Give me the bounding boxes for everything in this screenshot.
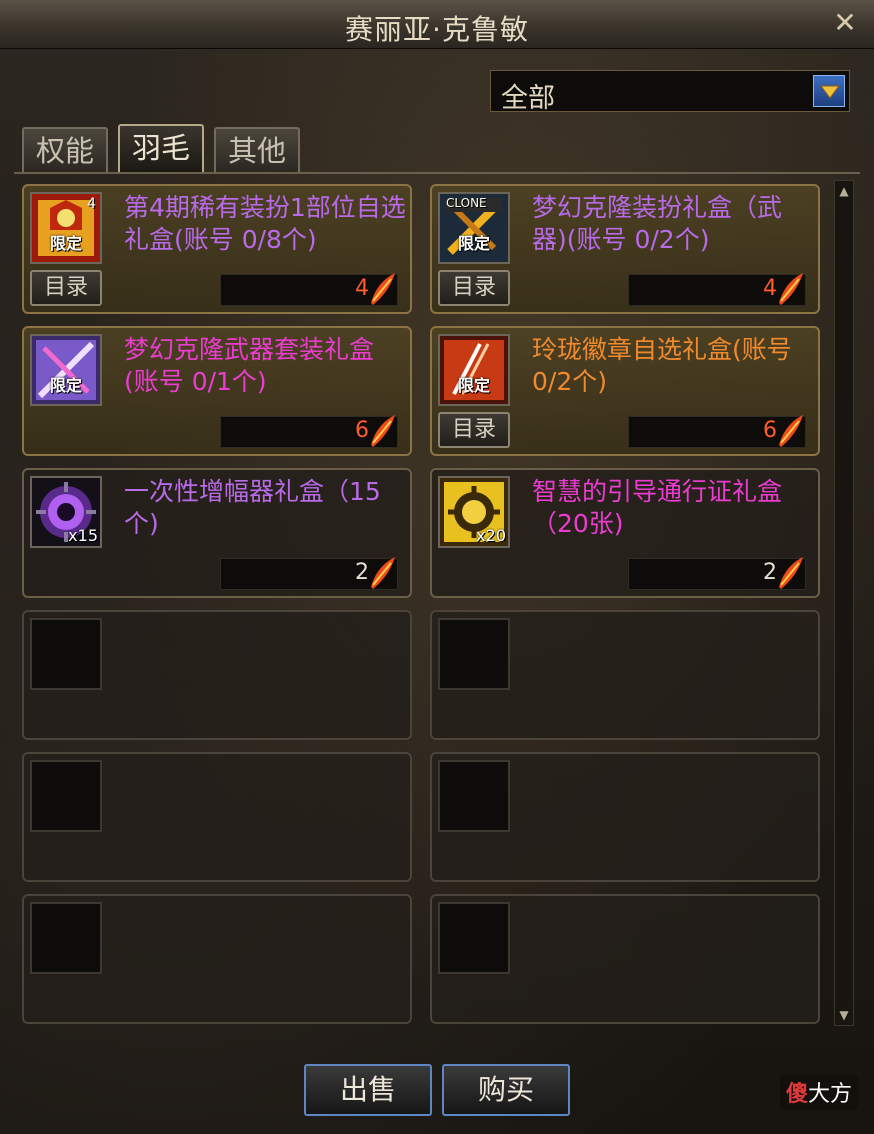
list-item[interactable]: x15 一次性增幅器礼盒（15个) 2 — [22, 468, 412, 598]
tab-other[interactable]: 其他 — [214, 127, 300, 172]
list-item[interactable]: x20 智慧的引导通行证礼盒（20张) 2 — [430, 468, 820, 598]
item-icon-frame: 4 限定 — [30, 192, 102, 264]
feather-currency-icon — [779, 557, 803, 589]
empty-icon-frame — [30, 760, 102, 832]
price-field: 6 — [628, 415, 806, 448]
dropdown-selected-value: 全部 — [501, 83, 555, 114]
watermark: 傻大方 — [779, 1074, 858, 1110]
catalog-button[interactable]: 目录 — [438, 412, 510, 448]
item-corner-label: 4 — [87, 196, 96, 212]
feather-currency-icon — [371, 415, 395, 447]
buy-button[interactable]: 购买 — [442, 1064, 570, 1116]
catalog-button[interactable]: 目录 — [438, 270, 510, 306]
limited-badge: 限定 — [50, 234, 83, 253]
price-field: 2 — [220, 557, 398, 590]
list-item[interactable]: CLONE 限定 梦幻克隆装扮礼盒（武器)(账号 0/2个) 目录 4 — [430, 184, 820, 314]
price-field: 4 — [220, 273, 398, 306]
empty-icon-frame — [438, 760, 510, 832]
tab-feather[interactable]: 羽毛 — [118, 124, 204, 174]
item-count: x20 — [476, 526, 506, 545]
feather-currency-icon — [371, 273, 395, 305]
item-icon-frame: x20 — [438, 476, 510, 548]
item-icon-frame: CLONE 限定 — [438, 192, 510, 264]
empty-icon-frame — [30, 902, 102, 974]
item-icon-frame: x15 — [30, 476, 102, 548]
empty-icon-frame — [438, 618, 510, 690]
empty-slot — [430, 894, 820, 1024]
close-button[interactable]: ✕ — [830, 8, 860, 38]
catalog-button[interactable]: 目录 — [30, 270, 102, 306]
scroll-up-icon[interactable]: ▲ — [835, 181, 853, 201]
item-name: 一次性增幅器礼盒（15个) — [124, 477, 381, 538]
limited-badge: 限定 — [50, 376, 83, 395]
item-icon-frame: 限定 — [438, 334, 510, 406]
list-item[interactable]: 4 限定 第4期稀有装扮1部位自选礼盒(账号 0/8个) 目录 4 — [22, 184, 412, 314]
window-title: 赛丽亚·克鲁敏 — [345, 13, 529, 46]
title-bar: 赛丽亚·克鲁敏 ✕ — [0, 0, 874, 49]
sell-button[interactable]: 出售 — [304, 1064, 432, 1116]
empty-icon-frame — [438, 902, 510, 974]
item-list: 4 限定 第4期稀有装扮1部位自选礼盒(账号 0/8个) 目录 4 CLONE … — [14, 176, 832, 1032]
limited-badge: 限定 — [458, 376, 491, 395]
price-field: 6 — [220, 415, 398, 448]
item-name: 梦幻克隆武器套装礼盒(账号 0/1个) — [124, 335, 375, 396]
tab-power[interactable]: 权能 — [22, 127, 108, 172]
list-item[interactable]: 限定 玲珑徽章自选礼盒(账号 0/2个) 目录 6 — [430, 326, 820, 456]
empty-slot — [430, 752, 820, 882]
empty-slot — [22, 610, 412, 740]
feather-currency-icon — [779, 415, 803, 447]
scroll-down-icon[interactable]: ▼ — [835, 1005, 853, 1025]
limited-badge: 限定 — [458, 234, 491, 253]
empty-slot — [22, 894, 412, 1024]
item-icon-frame: 限定 — [30, 334, 102, 406]
empty-slot — [430, 610, 820, 740]
item-name: 智慧的引导通行证礼盒（20张) — [532, 477, 783, 538]
item-name: 梦幻克隆装扮礼盒（武器)(账号 0/2个) — [532, 193, 783, 254]
chevron-down-icon[interactable] — [813, 75, 845, 107]
list-item[interactable]: 限定 梦幻克隆武器套装礼盒(账号 0/1个) 6 — [22, 326, 412, 456]
item-name: 第4期稀有装扮1部位自选礼盒(账号 0/8个) — [124, 193, 406, 254]
list-scrollbar[interactable]: ▲ ▼ — [834, 180, 854, 1026]
tab-divider — [14, 172, 860, 174]
feather-currency-icon — [371, 557, 395, 589]
price-field: 2 — [628, 557, 806, 590]
empty-slot — [22, 752, 412, 882]
empty-icon-frame — [30, 618, 102, 690]
price-field: 4 — [628, 273, 806, 306]
feather-currency-icon — [779, 273, 803, 305]
item-name: 玲珑徽章自选礼盒(账号 0/2个) — [532, 335, 792, 396]
category-filter-dropdown[interactable]: 全部 — [490, 70, 850, 114]
item-corner-label: CLONE — [446, 196, 487, 210]
item-count: x15 — [68, 526, 98, 545]
